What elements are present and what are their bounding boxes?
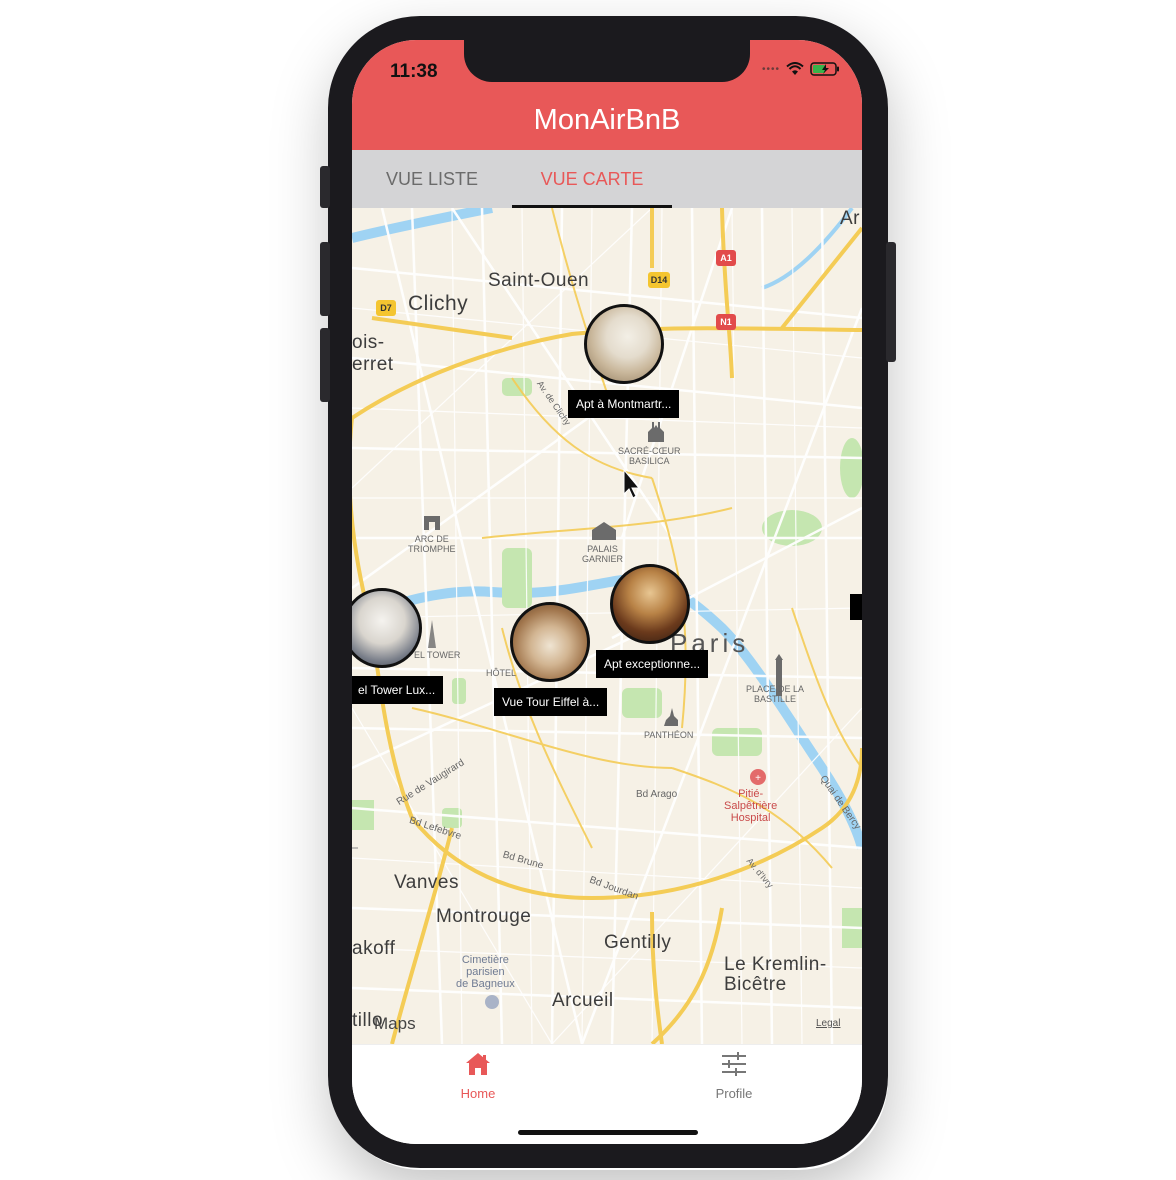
map-city-label: ois- [352,332,385,353]
map-city-label: Saint-Ouen [488,270,590,291]
tab-vue-liste[interactable]: VUE LISTE [368,150,496,208]
nav-home-label: Home [460,1086,496,1101]
listing-marker-montmartre[interactable]: Apt à Montmartr... [568,304,680,418]
hospital-label: Pitié- Salpêtrière Hospital [724,788,778,824]
listing-photo [510,602,590,682]
listing-label: Vue Tour Eiffel à... [494,688,608,716]
map-city-label: Le Kremlin- [724,954,827,975]
map-view[interactable]: D14 A1 N1 D7 + Saint-Ouen Clichy ois- er… [352,208,862,1044]
battery-icon [810,62,839,76]
home-indicator[interactable] [518,1130,698,1135]
listing-label: Apt à Montmartr... [568,390,680,418]
svg-text:D14: D14 [651,275,668,285]
map-city-label: Vanves [394,872,459,893]
tab-bar: VUE LISTE VUE CARTE [352,150,862,208]
svg-text:D7: D7 [380,303,392,313]
mute-switch [320,166,330,208]
svg-text:A1: A1 [720,253,732,263]
map-street-label: Bd Arago [636,789,678,800]
map-city-label: Clichy [408,292,469,315]
map-city-label: Ar [840,208,860,229]
maps-attribution: Maps [374,1014,416,1033]
listing-label-edge [850,594,862,620]
sliders-icon [722,1052,746,1076]
legal-link[interactable]: Legal [816,1018,840,1029]
map-city-label: akoff [352,938,396,959]
map-poi-label: SACRÉ-CŒUR BASILICA [618,446,681,466]
listing-marker-tour-eiffel[interactable]: Vue Tour Eiffel à... [494,602,608,716]
map-poi-label: PLACE DE LA BASTILLE [746,684,805,704]
map-poi-label: ARC DE TRIOMPHE [408,534,456,554]
listing-photo [610,564,690,644]
listing-marker-exceptionnel[interactable]: Apt exceptionne... [596,564,709,678]
power-button [886,242,896,362]
status-time: 11:38 [390,61,438,82]
listing-label: el Tower Lux... [352,676,444,704]
app-title: MonAirBnB [533,104,681,136]
cemetery-label: Cimetière parisien de Bagneux [456,954,515,990]
nav-home[interactable]: Home [418,1051,538,1101]
map-city-label: Gentilly [604,932,672,953]
app-header: 11:38 •••• MonAirBnB [352,40,862,150]
volume-down-button [320,328,330,402]
map-city-label: Montrouge [436,906,532,927]
listing-label: Apt exceptionne... [596,650,709,678]
phone-screen: 11:38 •••• MonAirBnB VUE LISTE VUE CARTE [352,40,862,1144]
map-poi-label: PALAIS GARNIER [582,544,624,564]
signal-icon: •••• [761,63,780,75]
notch [464,40,750,82]
map-city-label: Arcueil [552,990,614,1011]
map-city-label: Bicêtre [724,974,787,995]
listing-photo [584,304,664,384]
wifi-icon [786,62,804,75]
svg-text:N1: N1 [720,317,732,327]
nav-profile[interactable]: Profile [674,1051,794,1101]
map-city-label: erret [352,354,394,375]
volume-up-button [320,242,330,316]
home-icon [466,1053,490,1075]
nav-profile-label: Profile [715,1086,753,1101]
listing-photo [352,588,422,668]
listing-marker-eiffel-tower-lux[interactable]: el Tower Lux... [352,588,444,704]
tab-vue-carte[interactable]: VUE CARTE [512,150,672,208]
svg-text:+: + [755,773,761,784]
map-poi-label: PANTHÉON [644,730,694,740]
bottom-nav: Home Profile [352,1044,862,1144]
status-icons: •••• [762,62,840,76]
